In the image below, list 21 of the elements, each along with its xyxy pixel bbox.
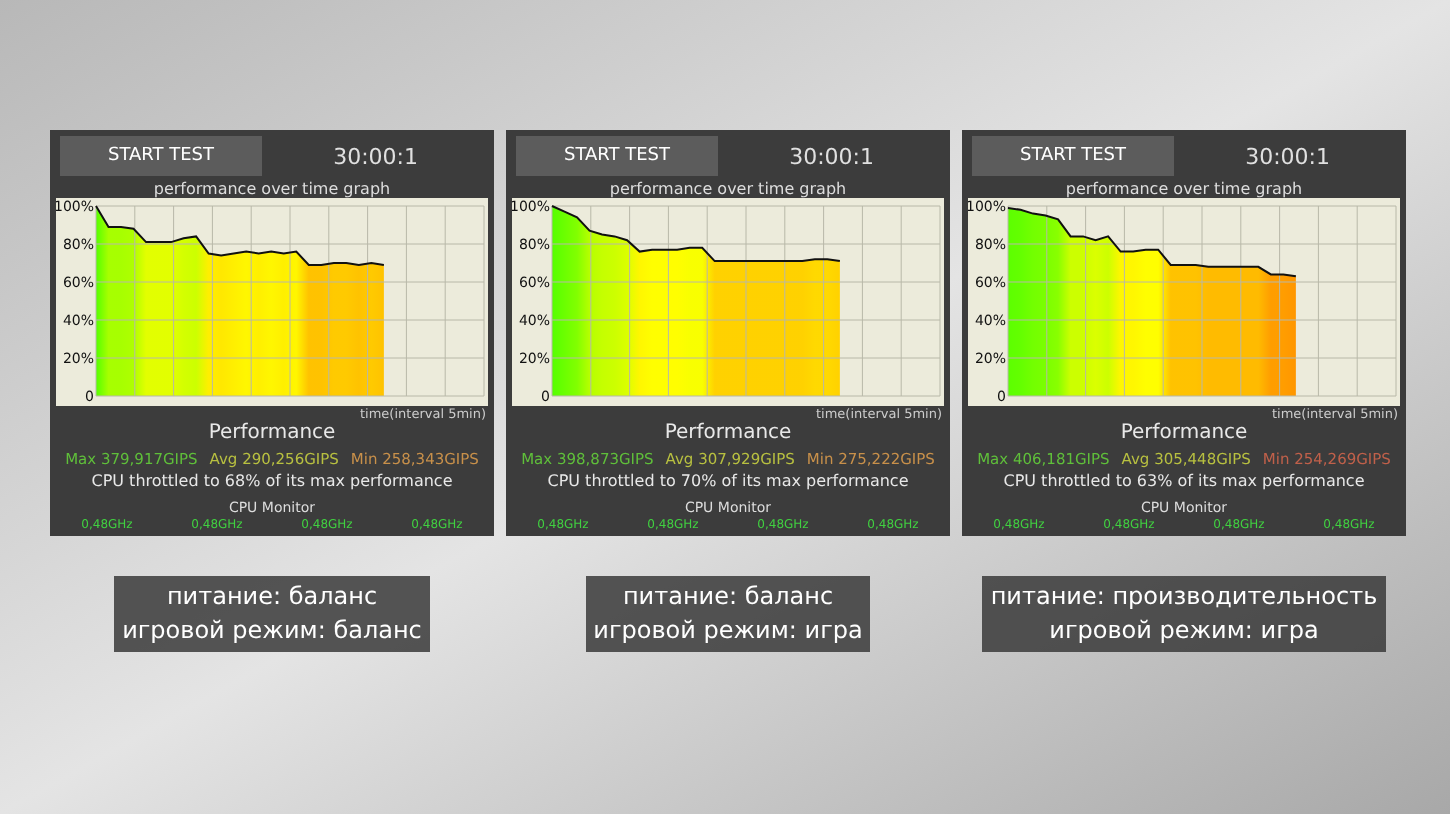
chart-title: performance over time graph [151, 180, 393, 198]
caption-text: игровой режим: игра [593, 614, 863, 648]
throttle-text: CPU throttled to 63% of its max performance [1001, 472, 1367, 492]
throttle-text: CPU throttled to 70% of its max performance [545, 472, 911, 492]
timer-text: 30:00:1 [333, 145, 418, 167]
chart-title: performance over time graph [1063, 180, 1305, 198]
timer-text: 30:00:1 [789, 145, 874, 167]
performance-heading: Performance [1118, 424, 1250, 444]
caption-text: питание: баланс [166, 580, 378, 614]
start-test-button[interactable]: START TEST [972, 136, 1174, 176]
timer-text: 30:00:1 [1245, 145, 1330, 167]
caption-text: игровой режим: игра [1049, 614, 1319, 648]
chart-title: performance over time graph [607, 180, 849, 198]
start-test-button[interactable]: START TEST [516, 136, 718, 176]
caption-text: игровой режим: баланс [122, 614, 422, 648]
performance-heading: Performance [662, 424, 794, 444]
caption-text: питание: баланс [622, 580, 834, 614]
performance-heading: Performance [206, 424, 338, 444]
caption-text: питание: производительность [990, 580, 1378, 614]
throttle-text: CPU throttled to 68% of its max performance [89, 472, 455, 492]
start-test-button[interactable]: START TEST [60, 136, 262, 176]
